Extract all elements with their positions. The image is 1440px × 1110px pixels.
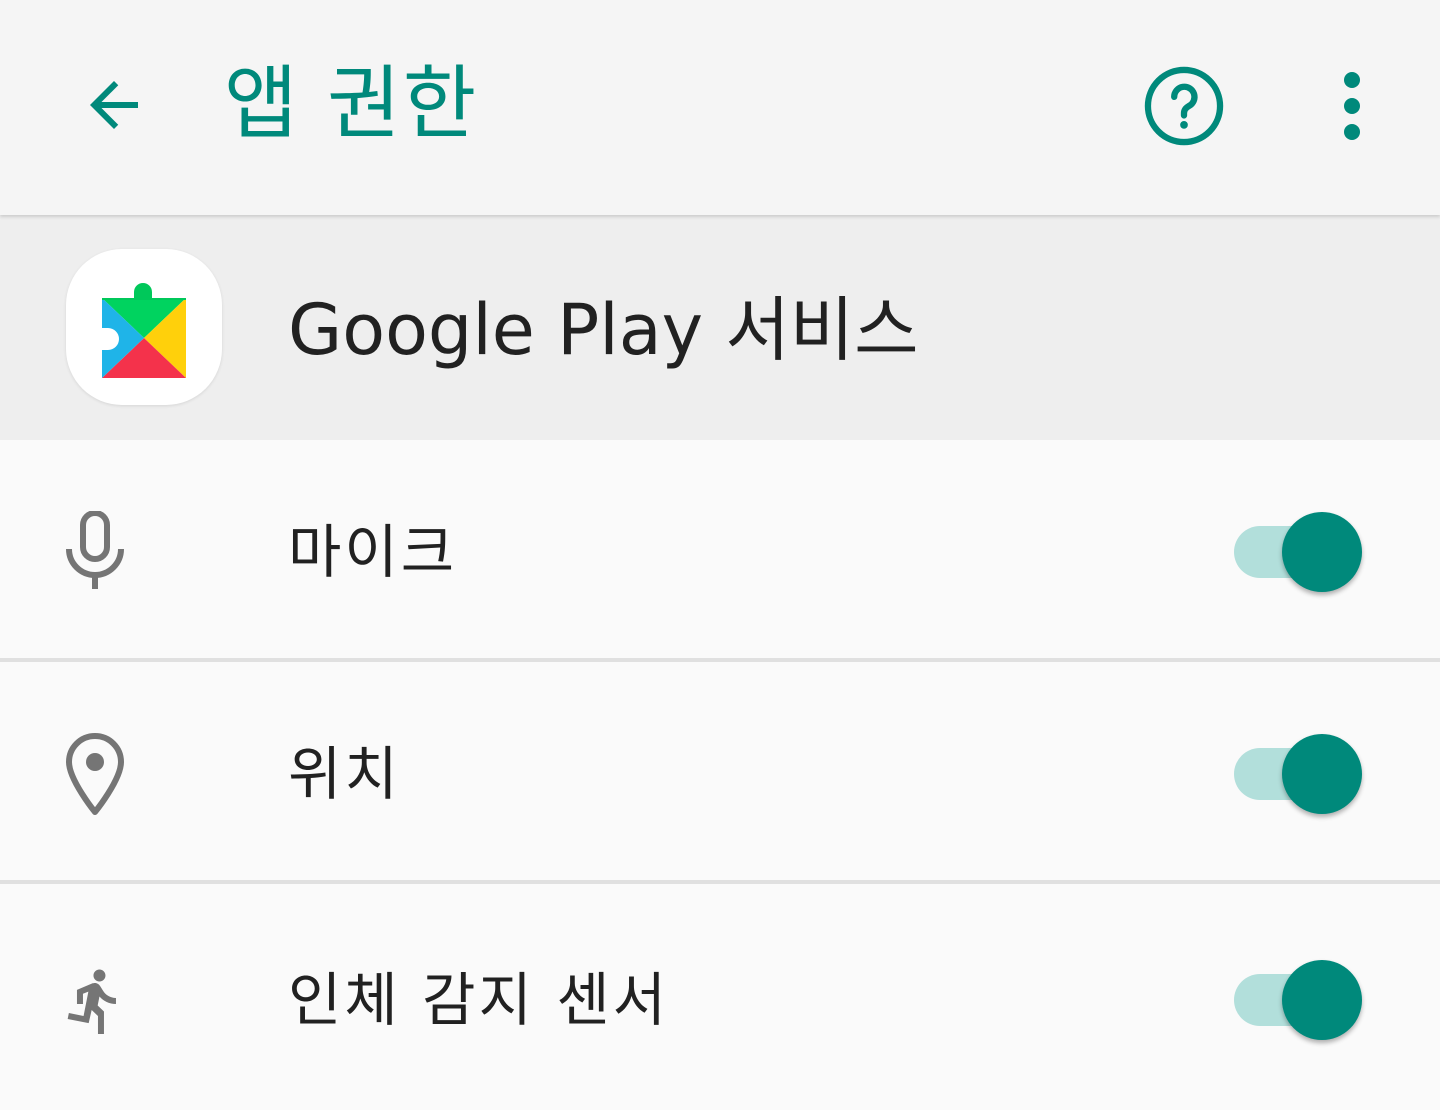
more-options-button[interactable]: [1310, 60, 1394, 152]
more-vert-icon: [1344, 72, 1360, 140]
app-info-header: Google Play 서비스: [0, 215, 1440, 440]
mic-icon: [52, 508, 138, 594]
location-pin-icon: [52, 730, 138, 816]
location-toggle[interactable]: [1234, 734, 1364, 814]
permission-label: 인체 감지 센서: [288, 966, 670, 1034]
app-icon: [66, 249, 222, 405]
google-play-services-logo: [102, 283, 186, 378]
back-button[interactable]: [66, 60, 162, 150]
body-sensors-toggle[interactable]: [1234, 960, 1364, 1040]
page-title: 앱 권한: [224, 57, 479, 150]
divider: [0, 880, 1440, 884]
help-button[interactable]: [1138, 60, 1230, 152]
switch-thumb: [1282, 512, 1362, 592]
help-circle-icon: [1144, 66, 1224, 146]
permission-row-microphone[interactable]: 마이크: [0, 440, 1440, 662]
switch-thumb: [1282, 734, 1362, 814]
permission-row-body-sensors[interactable]: 인체 감지 센서: [0, 888, 1440, 1110]
permission-label: 마이크: [288, 518, 458, 586]
app-name: Google Play 서비스: [288, 289, 919, 371]
switch-thumb: [1282, 960, 1362, 1040]
arrow-back-icon: [90, 81, 138, 129]
microphone-toggle[interactable]: [1234, 512, 1364, 592]
permission-label: 위치: [288, 740, 401, 808]
app-bar: 앱 권한: [0, 0, 1440, 215]
walking-person-icon: [52, 958, 138, 1044]
permission-row-location[interactable]: 위치: [0, 662, 1440, 884]
